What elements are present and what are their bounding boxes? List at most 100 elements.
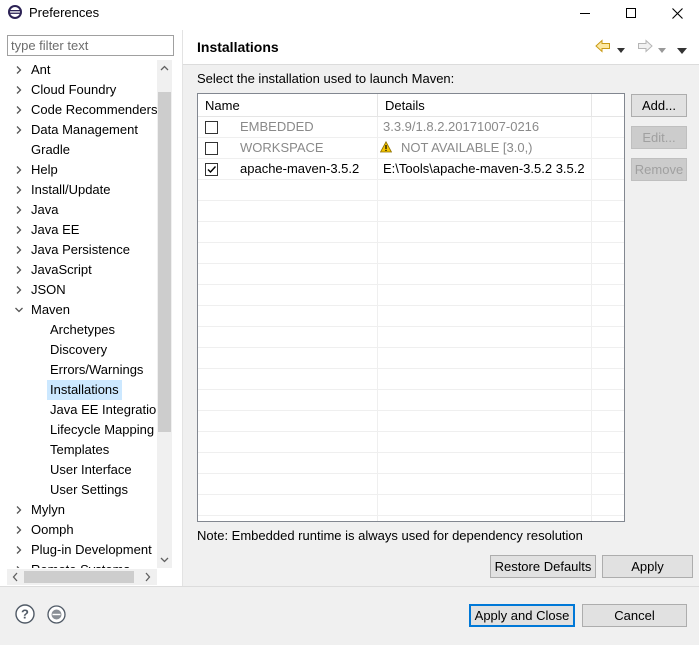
edit-button[interactable]: Edit...	[631, 126, 687, 149]
table-row[interactable]: EMBEDDED 3.3.9/1.8.2.20171007-0216	[198, 117, 624, 138]
tree-item[interactable]: Lifecycle Mapping	[0, 420, 157, 440]
maximize-icon	[626, 8, 636, 18]
tree-item[interactable]: JavaScript	[0, 260, 157, 280]
chevron-right-icon[interactable]	[13, 180, 25, 200]
chevron-right-icon[interactable]	[13, 100, 25, 120]
tree-horizontal-scroll-thumb[interactable]	[24, 571, 134, 583]
tree-item[interactable]: Help	[0, 160, 157, 180]
chevron-right-icon[interactable]	[13, 220, 25, 240]
empty-table-row	[198, 453, 624, 474]
chevron-right-icon[interactable]	[13, 280, 25, 300]
tree-item[interactable]: Errors/Warnings	[0, 360, 157, 380]
tree-item[interactable]: Java	[0, 200, 157, 220]
tree-item[interactable]: Discovery	[0, 340, 157, 360]
tree-item[interactable]: Oomph	[0, 520, 157, 540]
scroll-right-arrow-icon[interactable]	[140, 569, 156, 585]
tree-item-label: Cloud Foundry	[31, 82, 117, 97]
scroll-down-arrow-icon[interactable]	[157, 551, 172, 568]
chevron-right-icon[interactable]	[13, 120, 25, 140]
tree-item[interactable]: Installations	[0, 380, 157, 400]
tree-item[interactable]: Install/Update	[0, 180, 157, 200]
tree-item[interactable]: Code Recommenders	[0, 100, 157, 120]
chevron-right-icon[interactable]	[13, 260, 25, 280]
help-icon[interactable]: ?	[15, 604, 35, 624]
installation-name: WORKSPACE	[240, 140, 324, 155]
chevron-right-icon[interactable]	[13, 160, 25, 180]
tree-item-label: Discovery	[50, 342, 108, 357]
tree-item[interactable]: Templates	[0, 440, 157, 460]
installations-table[interactable]: Name Details EMBEDDED 3.3.9/1.8.2.2017100…	[197, 93, 625, 522]
tree-item[interactable]: Plug-in Development	[0, 540, 157, 560]
tree-item-label: Java Persistence	[31, 242, 130, 257]
column-header-details[interactable]: Details	[378, 94, 592, 117]
view-menu-icon[interactable]	[677, 42, 687, 57]
back-arrow-icon[interactable]	[594, 38, 612, 57]
tree-item-label: Help	[31, 162, 58, 177]
tree-item[interactable]: Mylyn	[0, 500, 157, 520]
tree-item[interactable]: Data Management	[0, 120, 157, 140]
column-divider	[377, 117, 378, 521]
chevron-right-icon[interactable]	[13, 80, 25, 100]
restore-defaults-button[interactable]: Restore Defaults	[490, 555, 596, 578]
apply-button[interactable]: Apply	[602, 555, 693, 578]
table-row[interactable]: apache-maven-3.5.2 E:\Tools\apache-maven-…	[198, 159, 624, 180]
tree-item-label: Ant	[31, 62, 51, 77]
scroll-up-arrow-icon[interactable]	[157, 60, 172, 77]
installation-name: apache-maven-3.5.2	[240, 161, 360, 176]
checkbox[interactable]	[205, 121, 218, 134]
back-dropdown-icon[interactable]	[617, 42, 625, 57]
tree-vertical-scroll-thumb[interactable]	[158, 92, 171, 432]
minimize-button[interactable]	[562, 0, 608, 26]
chevron-right-icon[interactable]	[13, 520, 25, 540]
tree-item[interactable]: JSON	[0, 280, 157, 300]
tree-item[interactable]: Java EE Integration	[0, 400, 157, 420]
tree-item[interactable]: Maven	[0, 300, 157, 320]
tree-item-label: Remote Systems	[31, 560, 130, 568]
cancel-button[interactable]: Cancel	[582, 604, 687, 627]
minimize-icon	[580, 13, 590, 14]
instruction-label: Select the installation used to launch M…	[197, 71, 455, 86]
installation-details: 3.3.9/1.8.2.20171007-0216	[383, 119, 540, 134]
installation-name: EMBEDDED	[240, 119, 314, 134]
empty-table-row	[198, 327, 624, 348]
empty-table-row	[198, 390, 624, 411]
tree-item-label: Maven	[31, 302, 71, 317]
tree-item[interactable]: Java Persistence	[0, 240, 157, 260]
tree-item-label: Templates	[50, 442, 110, 457]
checkmark-icon	[207, 166, 217, 174]
tree-item[interactable]: User Settings	[0, 480, 157, 500]
remove-button[interactable]: Remove	[631, 158, 687, 181]
tree-item[interactable]: User Interface	[0, 460, 157, 480]
close-button[interactable]	[654, 0, 699, 26]
forward-arrow-icon[interactable]	[636, 38, 654, 57]
tree-item[interactable]: Ant	[0, 60, 157, 80]
chevron-right-icon[interactable]	[13, 540, 25, 560]
installation-details: NOT AVAILABLE [3.0,)	[401, 140, 533, 155]
forward-dropdown-icon[interactable]	[658, 42, 666, 57]
tree-item-label: Lifecycle Mapping	[50, 422, 155, 437]
tree-item[interactable]: Gradle	[0, 140, 157, 160]
column-header-name[interactable]: Name	[198, 94, 378, 117]
tree-item[interactable]: Java EE	[0, 220, 157, 240]
import-export-preferences-icon[interactable]	[47, 605, 66, 624]
scroll-left-arrow-icon[interactable]	[7, 569, 23, 585]
maximize-button[interactable]	[608, 0, 654, 26]
tree-item-label: Gradle	[31, 142, 71, 157]
chevron-right-icon[interactable]	[13, 200, 25, 220]
chevron-right-icon[interactable]	[13, 240, 25, 260]
tree-item[interactable]: Archetypes	[0, 320, 157, 340]
table-row[interactable]: WORKSPACE NOT AVAILABLE [3.0,)	[198, 138, 624, 159]
chevron-down-icon[interactable]	[13, 300, 25, 320]
tree-item[interactable]: Remote Systems	[0, 560, 157, 568]
apply-and-close-button[interactable]: Apply and Close	[469, 604, 575, 627]
chevron-right-icon[interactable]	[13, 500, 25, 520]
tree-item[interactable]: Cloud Foundry	[0, 80, 157, 100]
checkbox-checked[interactable]	[205, 163, 218, 176]
add-button[interactable]: Add...	[631, 94, 687, 117]
chevron-right-icon[interactable]	[13, 60, 25, 80]
filter-input[interactable]	[7, 35, 174, 56]
warning-icon	[380, 141, 392, 161]
tree-item-label: Java EE	[31, 222, 80, 237]
chevron-right-icon[interactable]	[13, 560, 25, 568]
checkbox[interactable]	[205, 142, 218, 155]
